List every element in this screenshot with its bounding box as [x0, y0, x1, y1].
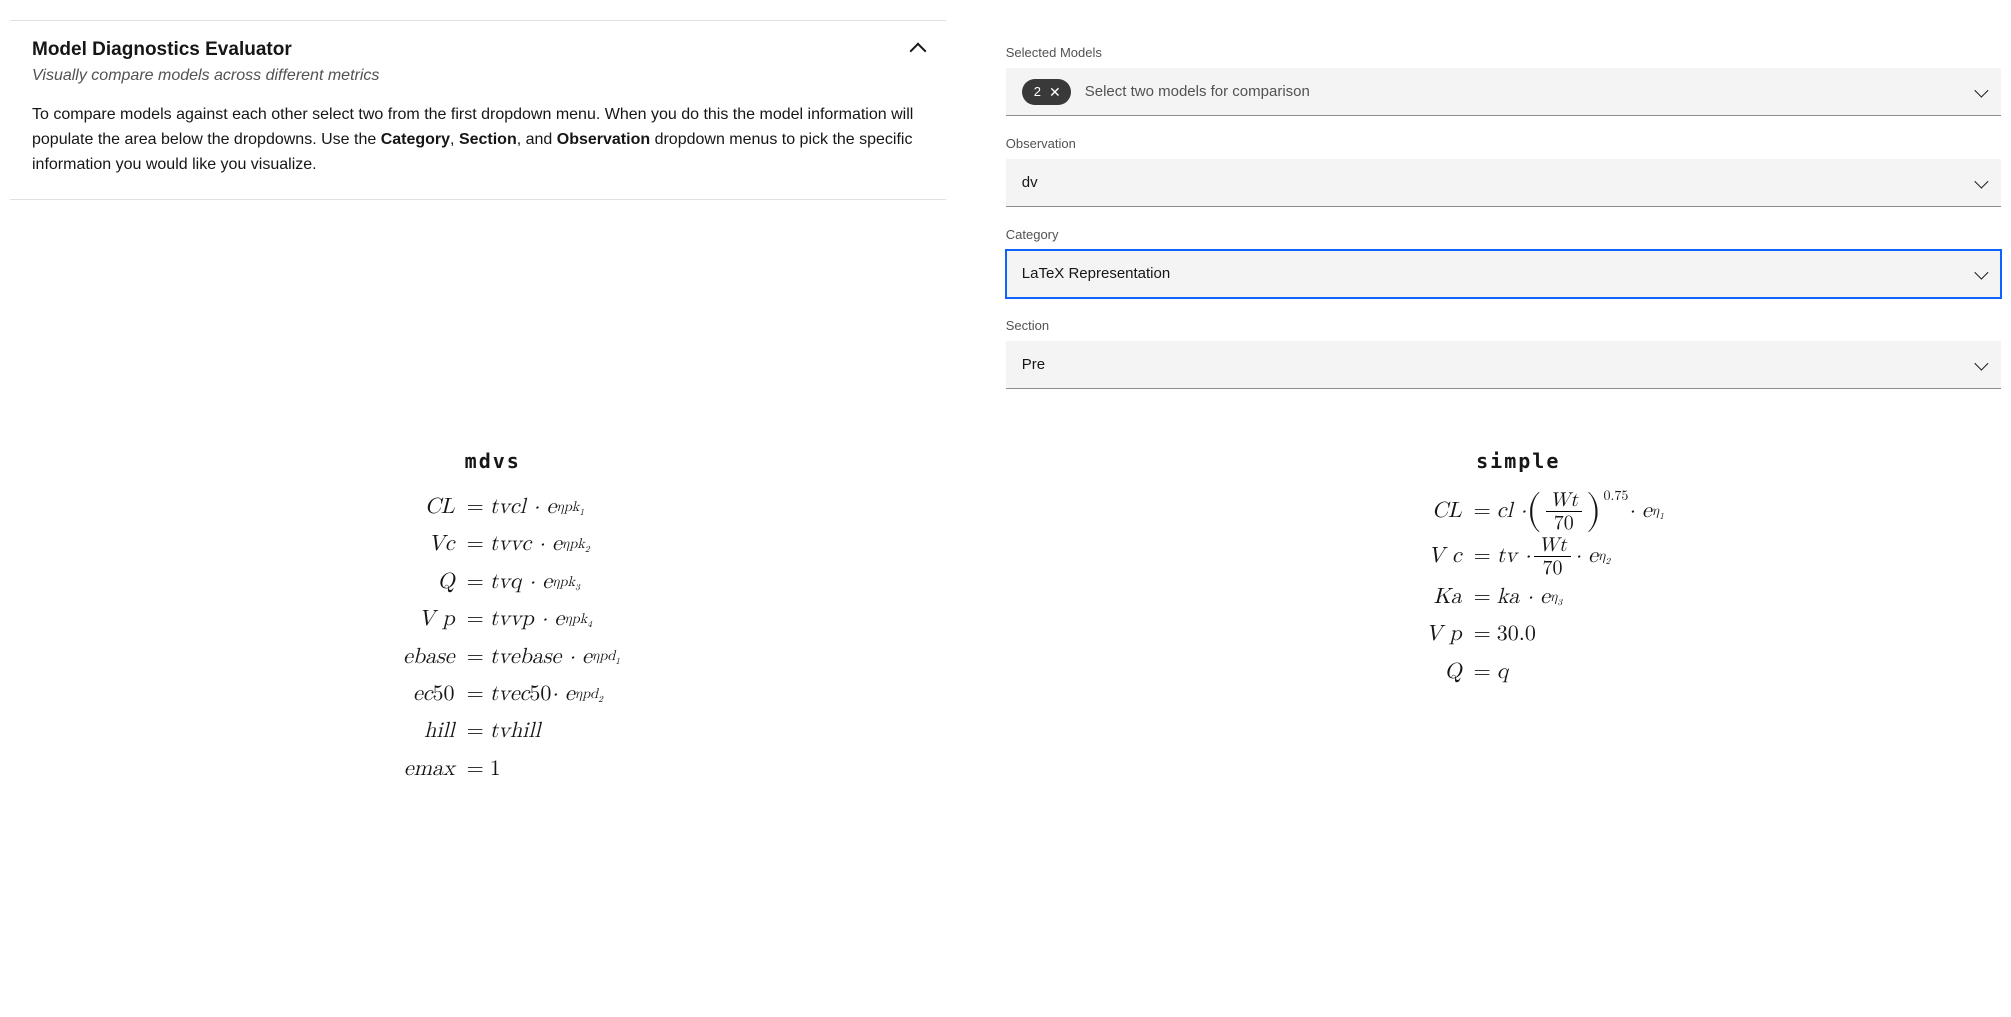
equations-left-model: mdvs CL=tvcl · eηpk1Vc=tvvc · eηpk2Q=tvq…: [0, 449, 986, 788]
category-field: Category LaTeX Representation: [1006, 227, 2001, 298]
equation-line: Q=tvq · eηpk3: [366, 564, 620, 601]
equation-line: hill=tvhill: [366, 713, 620, 750]
chip-clear-icon[interactable]: ✕: [1049, 85, 1061, 99]
equation-line: ebase=tvebase · eηpd1: [366, 639, 620, 676]
equation-line: V p=30.0: [1373, 616, 1664, 653]
section-dropdown[interactable]: Pre: [1006, 341, 2001, 389]
desc-bold-category: Category: [381, 131, 450, 148]
panel-subtitle: Visually compare models across different…: [32, 67, 379, 85]
selected-models-dropdown[interactable]: 2 ✕ Select two models for comparison: [1006, 68, 2001, 116]
chevron-down-icon: [1974, 265, 1988, 279]
equation-line: CL=cl · (Wt70)0.75 · eη1: [1373, 489, 1664, 534]
equations-comparison: mdvs CL=tvcl · eηpk1Vc=tvvc · eηpk2Q=tvq…: [0, 449, 2011, 788]
observation-value: dv: [1022, 174, 1038, 191]
model-name-right: simple: [1026, 449, 2011, 473]
diagnostics-panel: Model Diagnostics Evaluator Visually com…: [10, 20, 946, 200]
section-field: Section Pre: [1006, 318, 2001, 389]
chevron-down-icon: [1974, 356, 1988, 370]
panel-description: To compare models against each other sel…: [10, 103, 946, 177]
selected-count-chip: 2 ✕: [1022, 79, 1071, 105]
collapse-icon[interactable]: [909, 43, 926, 60]
equation-line: Ka=ka · eη3: [1373, 579, 1664, 616]
selected-models-field: Selected Models 2 ✕ Select two models fo…: [1006, 45, 2001, 116]
selected-models-placeholder: Select two models for comparison: [1085, 83, 1310, 100]
observation-label: Observation: [1006, 136, 2001, 151]
category-dropdown[interactable]: LaTeX Representation: [1006, 250, 2001, 298]
chevron-down-icon: [1974, 83, 1988, 97]
equation-line: ec50=tvec50 · eηpd2: [366, 676, 620, 713]
chip-count: 2: [1034, 84, 1041, 99]
observation-field: Observation dv: [1006, 136, 2001, 207]
chevron-down-icon: [1974, 174, 1988, 188]
equations-right-model: simple CL=cl · (Wt70)0.75 · eη1V c=tv · …: [1026, 449, 2011, 788]
selected-models-label: Selected Models: [1006, 45, 2001, 60]
category-label: Category: [1006, 227, 2001, 242]
equation-line: CL=tvcl · eηpk1: [366, 489, 620, 526]
section-label: Section: [1006, 318, 2001, 333]
panel-title: Model Diagnostics Evaluator: [32, 39, 379, 61]
observation-dropdown[interactable]: dv: [1006, 159, 2001, 207]
equation-line: Vc=tvvc · eηpk2: [366, 526, 620, 563]
desc-bold-observation: Observation: [557, 131, 650, 148]
model-name-left: mdvs: [0, 449, 986, 473]
section-value: Pre: [1022, 356, 1045, 373]
equation-line: V p=tvvp · eηpk4: [366, 601, 620, 638]
equation-line: Q=q: [1373, 654, 1664, 691]
desc-bold-section: Section: [459, 131, 517, 148]
equation-line: emax=1: [366, 751, 620, 788]
equation-line: V c=tv · Wt70 · eη2: [1373, 534, 1664, 579]
category-value: LaTeX Representation: [1022, 265, 1170, 282]
